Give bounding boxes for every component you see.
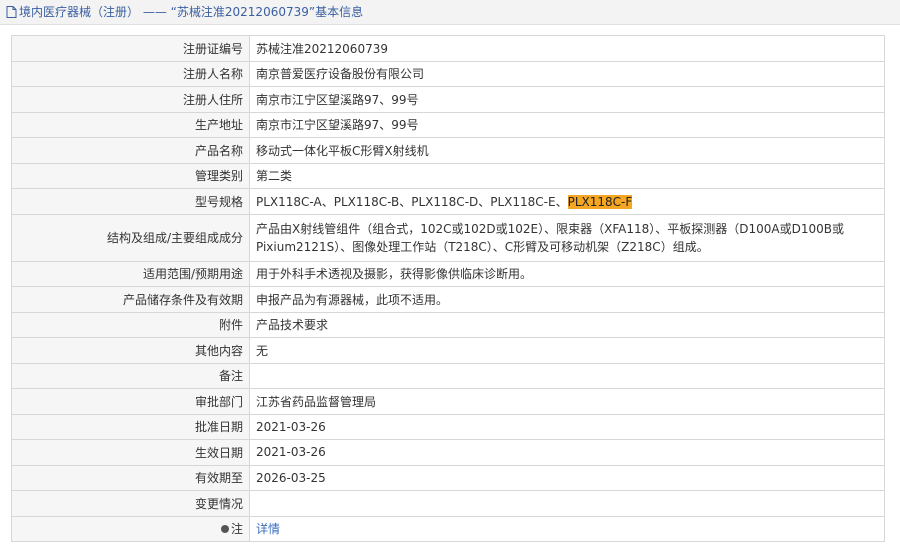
table-row: 变更情况 bbox=[11, 490, 885, 517]
table-row: 注册人名称 南京普爱医疗设备股份有限公司 bbox=[11, 60, 885, 87]
field-value: 2021-03-26 bbox=[249, 439, 885, 466]
field-label: 注册人名称 bbox=[11, 60, 250, 87]
table-row: 注册人住所 南京市江宁区望溪路97、99号 bbox=[11, 86, 885, 113]
field-label: 生效日期 bbox=[11, 439, 250, 466]
document-icon bbox=[6, 6, 17, 18]
table-row: 注 详情 bbox=[11, 515, 885, 542]
table-row: 产品储存条件及有效期 申报产品为有源器械，此项不适用。 bbox=[11, 286, 885, 313]
field-label: 适用范围/预期用途 bbox=[11, 260, 250, 287]
field-value-note: 详情 bbox=[249, 515, 885, 542]
table-row: 备注 bbox=[11, 362, 885, 389]
field-value: 产品技术要求 bbox=[249, 311, 885, 338]
header-section: 境内医疗器械（注册） bbox=[19, 5, 140, 19]
field-value bbox=[249, 362, 885, 389]
header-separator: —— bbox=[142, 5, 167, 19]
details-link[interactable]: 详情 bbox=[256, 522, 280, 536]
field-label: 其他内容 bbox=[11, 337, 250, 364]
field-label: 批准日期 bbox=[11, 413, 250, 440]
field-value: 产品由X射线管组件（组合式，102C或102D或102E）、限束器（XFA118… bbox=[249, 213, 885, 262]
field-label-note: 注 bbox=[11, 515, 250, 542]
table-row: 生产地址 南京市江宁区望溪路97、99号 bbox=[11, 111, 885, 138]
field-value: 南京市江宁区望溪路97、99号 bbox=[249, 111, 885, 138]
table-row: 型号规格 PLX118C-A、PLX118C-B、PLX118C-D、PLX11… bbox=[11, 188, 885, 215]
field-label: 变更情况 bbox=[11, 490, 250, 517]
table-row: 适用范围/预期用途 用于外科手术透视及摄影，获得影像供临床诊断用。 bbox=[11, 260, 885, 287]
field-value: 第二类 bbox=[249, 162, 885, 189]
detail-table: 注册证编号 苏械注准20212060739 注册人名称 南京普爱医疗设备股份有限… bbox=[11, 35, 885, 542]
field-value-model: PLX118C-A、PLX118C-B、PLX118C-D、PLX118C-E、… bbox=[249, 188, 885, 215]
detail-table-container: 注册证编号 苏械注准20212060739 注册人名称 南京普爱医疗设备股份有限… bbox=[11, 35, 885, 542]
field-label: 注册人住所 bbox=[11, 86, 250, 113]
field-label: 附件 bbox=[11, 311, 250, 338]
table-row: 管理类别 第二类 bbox=[11, 162, 885, 189]
table-row: 审批部门 江苏省药品监督管理局 bbox=[11, 388, 885, 415]
table-row: 生效日期 2021-03-26 bbox=[11, 439, 885, 466]
table-row: 其他内容 无 bbox=[11, 337, 885, 364]
field-label: 管理类别 bbox=[11, 162, 250, 189]
field-label: 审批部门 bbox=[11, 388, 250, 415]
field-value: 用于外科手术透视及摄影，获得影像供临床诊断用。 bbox=[249, 260, 885, 287]
field-label: 产品储存条件及有效期 bbox=[11, 286, 250, 313]
field-value: 苏械注准20212060739 bbox=[249, 35, 885, 62]
field-label: 备注 bbox=[11, 362, 250, 389]
table-row: 注册证编号 苏械注准20212060739 bbox=[11, 35, 885, 62]
field-label: 型号规格 bbox=[11, 188, 250, 215]
field-label: 结构及组成/主要组成成分 bbox=[11, 213, 250, 262]
field-label: 注册证编号 bbox=[11, 35, 250, 62]
field-label: 产品名称 bbox=[11, 137, 250, 164]
field-value: 申报产品为有源器械，此项不适用。 bbox=[249, 286, 885, 313]
table-row: 产品名称 移动式一体化平板C形臂X射线机 bbox=[11, 137, 885, 164]
field-value: 2026-03-25 bbox=[249, 464, 885, 491]
field-label: 有效期至 bbox=[11, 464, 250, 491]
field-label: 生产地址 bbox=[11, 111, 250, 138]
table-row: 有效期至 2026-03-25 bbox=[11, 464, 885, 491]
page-header: 境内医疗器械（注册） —— “苏械注准20212060739”基本信息 bbox=[0, 0, 900, 25]
field-value: 移动式一体化平板C形臂X射线机 bbox=[249, 137, 885, 164]
field-value: 江苏省药品监督管理局 bbox=[249, 388, 885, 415]
field-value: 南京市江宁区望溪路97、99号 bbox=[249, 86, 885, 113]
table-row: 批准日期 2021-03-26 bbox=[11, 413, 885, 440]
note-label: 注 bbox=[230, 522, 243, 537]
field-value: 无 bbox=[249, 337, 885, 364]
field-value: 2021-03-26 bbox=[249, 413, 885, 440]
header-title: “苏械注准20212060739”基本信息 bbox=[170, 5, 364, 19]
table-row: 附件 产品技术要求 bbox=[11, 311, 885, 338]
highlighted-model: PLX118C-F bbox=[567, 194, 633, 209]
note-icon bbox=[220, 525, 229, 534]
model-list: PLX118C-A、PLX118C-B、PLX118C-D、PLX118C-E、 bbox=[256, 194, 568, 209]
field-value: 南京普爱医疗设备股份有限公司 bbox=[249, 60, 885, 87]
table-row: 结构及组成/主要组成成分 产品由X射线管组件（组合式，102C或102D或102… bbox=[11, 213, 885, 262]
field-value bbox=[249, 490, 885, 517]
